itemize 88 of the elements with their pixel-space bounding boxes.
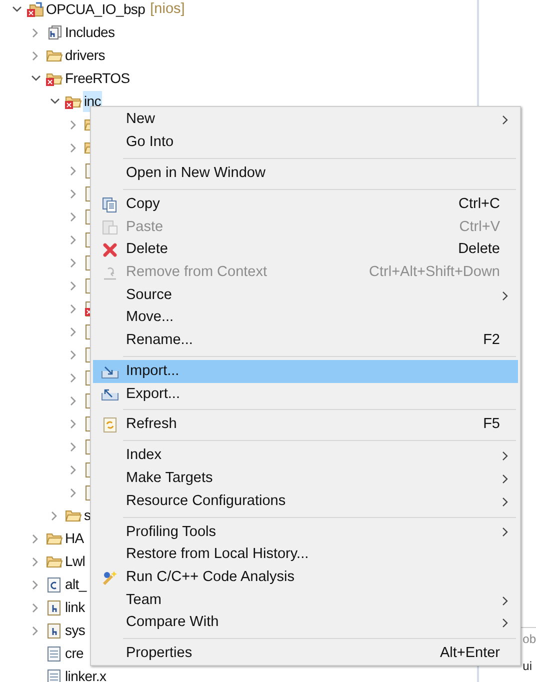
menu-item[interactable]: Run C/C++ Code Analysis [93,566,518,590]
delete-icon [102,242,118,258]
import-icon [100,364,118,380]
shortcut-text: Ctrl+V [459,218,500,237]
paste-icon [102,219,118,236]
menu-item[interactable]: Compare With [93,612,518,635]
chevron-right-icon[interactable] [32,626,39,636]
folder-error-icon [64,94,82,109]
project-tag: [nios] [150,0,185,20]
tree-item[interactable]: alt_ [64,574,88,595]
chevron-right-icon[interactable] [32,556,39,566]
tree-item[interactable]: FreeRTOS [64,68,131,89]
chevron-right-icon[interactable] [70,464,77,474]
folder-icon [46,48,62,63]
remove-context-icon [102,264,118,281]
chevron-down-icon[interactable] [50,98,60,105]
folder-error-icon [46,71,62,86]
menu-item[interactable]: Go Into [93,132,518,154]
shortcut-text: Ctrl+Alt+Shift+Down [369,262,500,282]
chevron-down-icon[interactable] [30,75,40,82]
chevron-right-icon[interactable] [70,120,77,130]
chevron-right-icon[interactable] [70,372,77,382]
chevron-right-icon[interactable] [70,350,77,360]
chevron-right-icon[interactable] [70,442,77,452]
menu-item[interactable]: Import... [93,360,518,384]
chevron-right-icon[interactable] [70,166,77,176]
includes-icon [46,24,62,40]
tree-item[interactable]: OPCUA_IO_bsp [45,0,146,20]
shortcut-text: F5 [483,415,500,434]
chevron-right-icon[interactable] [70,188,77,198]
menu-item[interactable]: Profiling Tools [93,521,518,544]
tree-item[interactable]: link [64,597,86,618]
tree-item[interactable]: HA [64,528,85,549]
chevron-right-icon[interactable] [70,258,77,268]
chevron-right-icon[interactable] [70,142,77,152]
wand-icon [100,568,118,587]
chevron-right-icon[interactable] [70,280,77,290]
menu-item[interactable]: Restore from Local History... [93,544,518,566]
chevron-right-icon[interactable] [70,488,77,498]
chevron-right-icon[interactable] [32,602,39,612]
chevron-right-icon[interactable] [32,534,39,544]
menu-item[interactable]: Make Targets [93,468,518,490]
tree-item[interactable]: s [83,505,92,526]
menu-item[interactable]: Properties Alt+Enter [93,642,518,666]
chevron-right-icon[interactable] [32,28,39,38]
shortcut-text: F2 [483,331,500,350]
chevron-right-icon[interactable] [70,418,77,428]
panel-text: ui [522,658,533,675]
folder-icon [64,508,82,523]
menu-item[interactable]: Move... [93,306,518,330]
menu-item[interactable]: Export... [93,383,518,406]
tree-item[interactable]: Includes [64,22,116,43]
shortcut-text: Ctrl+C [458,194,500,214]
tree-item[interactable]: Lwl [64,551,86,572]
chevron-right-icon[interactable] [32,50,39,60]
chevron-right-icon[interactable] [51,510,58,520]
menu-item[interactable]: Index [93,444,518,468]
menu-item[interactable]: Open in New Window [93,162,518,186]
tree-item[interactable]: sys [64,620,86,641]
tree-item[interactable]: drivers [64,45,106,66]
c-file-icon [47,576,61,592]
header-file-icon [47,622,61,638]
menu-item[interactable]: Refresh F5 [93,414,518,437]
menu-item[interactable]: New [93,109,518,132]
copy-icon [102,196,118,213]
menu-item[interactable]: Copy Ctrl+C [93,193,518,216]
chevron-right-icon[interactable] [70,234,77,244]
text-file-icon [47,646,61,662]
chevron-right-icon[interactable] [70,396,77,406]
chevron-right-icon[interactable] [70,304,77,314]
menu-item[interactable]: Source [93,284,518,307]
chevron-right-icon[interactable] [32,580,39,590]
shortcut-text: Delete [458,240,500,260]
header-file-icon [47,600,61,616]
tree-item[interactable]: cre [64,643,85,664]
folder-icon [46,554,62,569]
panel-text: ob [522,631,536,648]
shortcut-text: Alt+Enter [440,644,500,664]
folder-icon [46,531,62,546]
chevron-right-icon[interactable] [70,212,77,222]
refresh-icon [102,417,118,434]
menu-item[interactable]: Rename... F2 [93,330,518,352]
chevron-right-icon[interactable] [70,326,77,336]
tree-item[interactable]: linker.x [64,666,108,682]
menu-item[interactable]: Team [93,589,518,612]
menu-item[interactable]: Resource Configurations [93,490,518,513]
menu-item[interactable]: Delete Delete [93,238,518,262]
chevron-down-icon[interactable] [12,6,22,13]
